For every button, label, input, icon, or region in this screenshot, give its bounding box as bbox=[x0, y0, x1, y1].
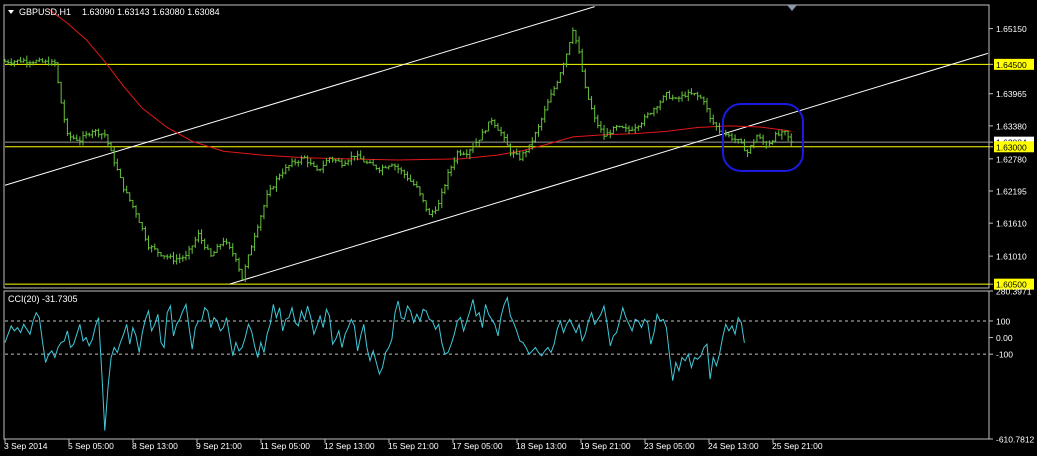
price-tick-label: 1.65150 bbox=[996, 24, 1027, 34]
time-tick-label: 3 Sep 2014 bbox=[4, 441, 48, 451]
time-tick-label: 5 Sep 05:00 bbox=[68, 441, 114, 451]
cci-tick-label: -100 bbox=[996, 350, 1013, 360]
price-tick-label: 1.63380 bbox=[996, 121, 1027, 131]
cci-tick-label: -610.7812 bbox=[996, 435, 1035, 445]
price-tick-label: 1.62780 bbox=[996, 154, 1027, 164]
price-tick-label: 1.61610 bbox=[996, 219, 1027, 229]
time-tick-label: 18 Sep 13:00 bbox=[516, 441, 567, 451]
time-tick-label: 23 Sep 05:00 bbox=[644, 441, 695, 451]
time-tick-label: 12 Sep 13:00 bbox=[324, 441, 375, 451]
cci-tick-label: 280.3971 bbox=[996, 287, 1032, 297]
time-tick-label: 11 Sep 05:00 bbox=[260, 441, 310, 451]
ohlc-readout: 1.63090 1.63143 1.63080 1.63084 bbox=[82, 7, 220, 17]
time-tick-label: 8 Sep 13:00 bbox=[132, 441, 178, 451]
time-tick-label: 19 Sep 21:00 bbox=[580, 441, 631, 451]
price-tick-label: 1.61010 bbox=[996, 252, 1027, 262]
cci-tick-label: 100 bbox=[996, 316, 1010, 326]
symbol-label: GBPUSD,H1 bbox=[19, 7, 71, 17]
price-tick-label: 1.63000 bbox=[996, 142, 1027, 152]
time-tick-label: 25 Sep 21:00 bbox=[772, 441, 823, 451]
cci-label: CCI(20) -31.7305 bbox=[8, 294, 78, 304]
time-tick-label: 17 Sep 05:00 bbox=[452, 441, 503, 451]
price-tick-label: 1.63965 bbox=[996, 89, 1027, 99]
time-tick-label: 9 Sep 21:00 bbox=[196, 441, 242, 451]
cci-tick-label: 0.00 bbox=[996, 333, 1013, 343]
price-tick-label: 1.64500 bbox=[996, 60, 1027, 70]
time-tick-label: 15 Sep 21:00 bbox=[388, 441, 439, 451]
price-tick-label: 1.62195 bbox=[996, 187, 1027, 197]
time-tick-label: 24 Sep 13:00 bbox=[708, 441, 759, 451]
trading-chart[interactable]: GBPUSD,H1 1.63090 1.63143 1.63080 1.6308… bbox=[0, 0, 1037, 456]
